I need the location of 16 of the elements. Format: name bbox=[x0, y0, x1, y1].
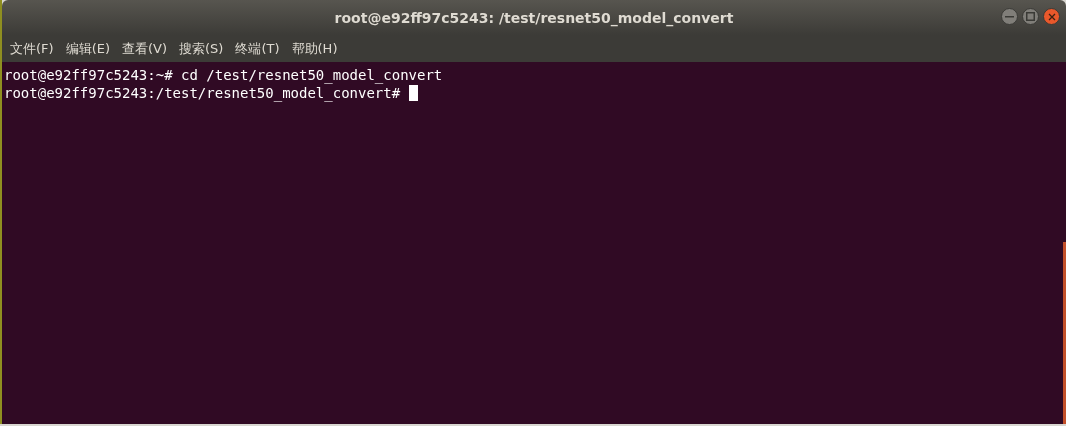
menu-item[interactable]: 搜索(S) bbox=[173, 39, 230, 58]
terminal-line: root@e92ff97c5243:~# cd /test/resnet50_model_convert bbox=[4, 66, 443, 84]
window-title: root@e92ff97c5243: /test/resnet50_model_convert bbox=[334, 9, 734, 26]
menu-item[interactable]: 编辑(E) bbox=[59, 39, 116, 58]
menu-item[interactable]: 文件(F) bbox=[4, 39, 60, 58]
close-icon bbox=[1047, 12, 1056, 21]
maximize-icon bbox=[1026, 12, 1035, 21]
minimize-button[interactable] bbox=[1001, 8, 1018, 25]
menu-item[interactable]: 帮助(H) bbox=[285, 39, 344, 58]
close-button[interactable] bbox=[1043, 8, 1060, 25]
scrollbar[interactable] bbox=[1063, 242, 1066, 424]
menu-item[interactable]: 查看(V) bbox=[116, 39, 174, 58]
terminal-line: root@e92ff97c5243:/test/resnet50_model_convert# bbox=[4, 84, 402, 102]
maximize-button[interactable] bbox=[1022, 8, 1039, 25]
menu-item[interactable]: 终端(T) bbox=[229, 39, 286, 58]
minimize-icon bbox=[1005, 15, 1014, 18]
